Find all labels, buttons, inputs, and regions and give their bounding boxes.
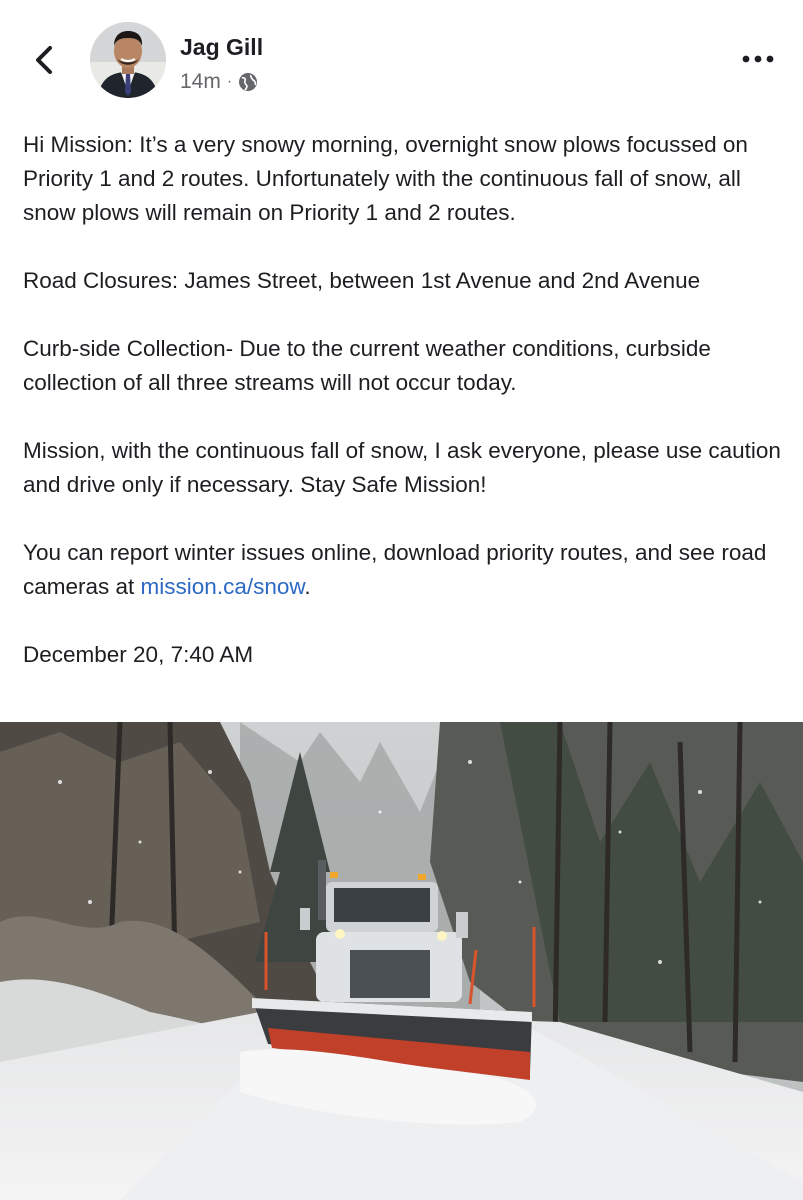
post-paragraph: Hi Mission: It’s a very snowy morning, o… — [23, 132, 748, 225]
snowplow-photo — [0, 722, 803, 1200]
author-name[interactable]: Jag Gill — [180, 34, 263, 61]
post-date: December 20, 7:40 AM — [23, 642, 254, 667]
link-intro-text: You can report winter issues online, dow… — [23, 540, 767, 599]
post-paragraph: Mission, with the continuous fall of sno… — [23, 438, 781, 497]
more-horizontal-icon — [742, 55, 774, 63]
chevron-left-icon — [36, 46, 52, 74]
post-header: Jag Gill 14m · — [0, 0, 803, 110]
timestamp[interactable]: 14m — [180, 70, 221, 94]
globe-icon — [239, 73, 258, 91]
post-paragraph: You can report winter issues online, dow… — [23, 536, 793, 604]
back-button[interactable] — [28, 40, 64, 80]
separator: · — [226, 73, 233, 90]
avatar[interactable] — [90, 22, 166, 98]
post-paragraph: Road Closures: James Street, between 1st… — [23, 268, 701, 293]
post-body: Hi Mission: It’s a very snowy morning, o… — [23, 128, 793, 672]
post-photo[interactable] — [0, 722, 803, 1200]
post-paragraph: Curb-side Collection- Due to the current… — [23, 336, 711, 395]
link-trailing-text: . — [304, 574, 311, 599]
more-options-button[interactable] — [738, 46, 778, 72]
avatar-image — [90, 22, 166, 98]
snow-link[interactable]: mission.ca/snow — [141, 574, 305, 599]
post-meta: 14m · — [180, 70, 258, 94]
